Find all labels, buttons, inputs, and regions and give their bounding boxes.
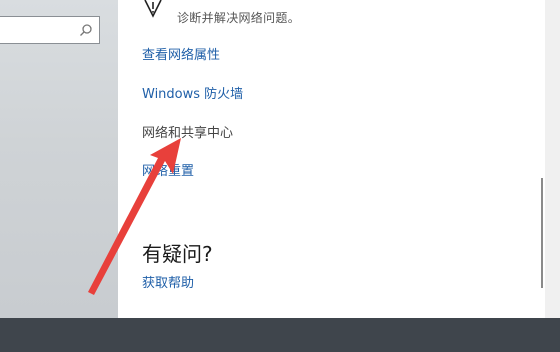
desktop-background xyxy=(0,318,560,352)
right-strip xyxy=(545,0,560,318)
view-network-properties-link[interactable]: 查看网络属性 xyxy=(142,44,220,63)
network-sharing-center-link[interactable]: 网络和共享中心 xyxy=(142,122,233,141)
scrollbar-thumb[interactable] xyxy=(541,178,543,288)
help-heading: 有疑问? xyxy=(142,242,213,266)
warning-icon xyxy=(144,0,162,18)
network-reset-link[interactable]: 网络重置 xyxy=(142,160,194,179)
windows-firewall-link[interactable]: Windows 防火墙 xyxy=(142,83,243,102)
search-icon[interactable] xyxy=(79,23,93,37)
search-box[interactable] xyxy=(0,16,100,44)
left-pane xyxy=(0,0,118,318)
get-help-link[interactable]: 获取帮助 xyxy=(142,272,194,291)
troubleshoot-text: 诊断并解决网络问题。 xyxy=(177,11,301,25)
